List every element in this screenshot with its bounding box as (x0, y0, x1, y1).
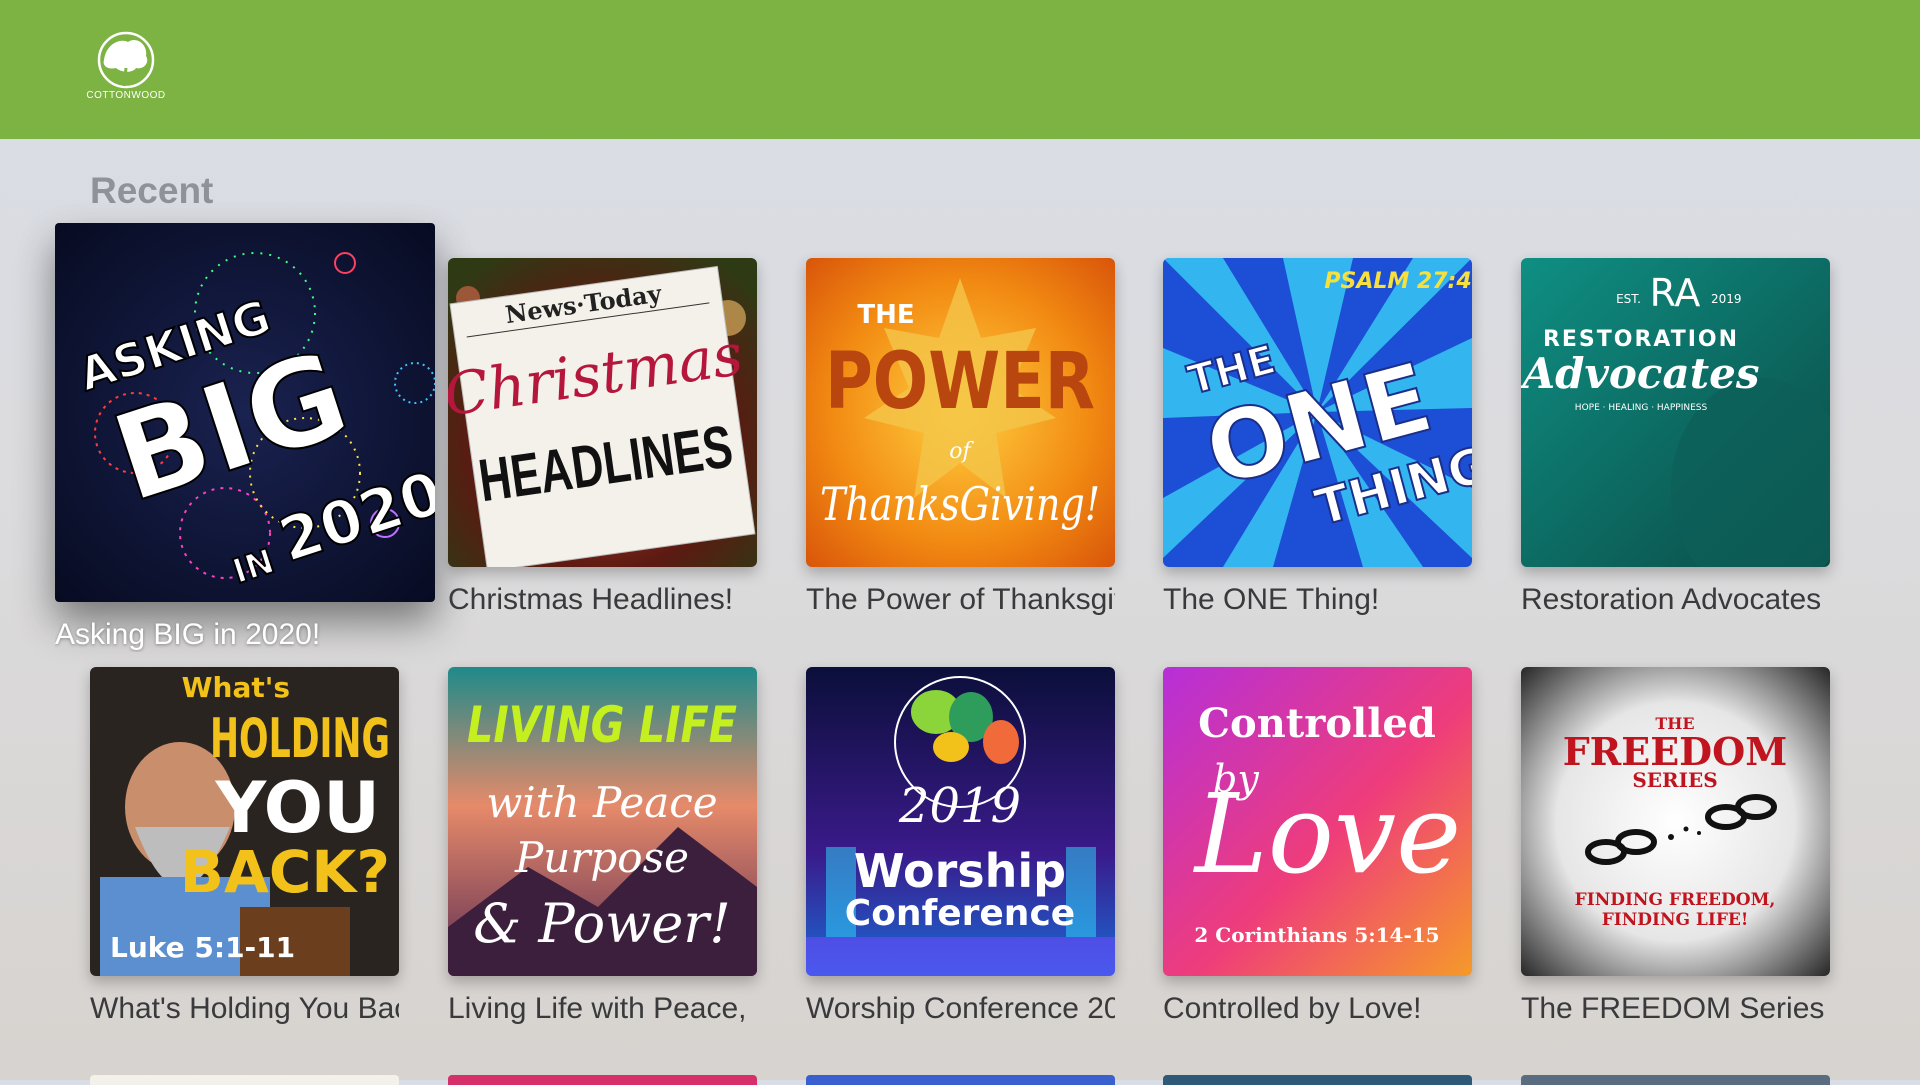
art-text: Conference (845, 893, 1075, 934)
art-text: with Peace (486, 778, 717, 827)
art-text: Controlled (1198, 700, 1436, 747)
artwork-controlled-by-love: Controlled by Love 2 Corinthians 5:14-15 (1163, 667, 1472, 976)
artwork-restoration-advocates: EST. RA 2019 RESTORATION Advocates HOPE … (1521, 258, 1830, 567)
art-text: PSALM 27:4 (1324, 269, 1471, 294)
art-text: What's (182, 671, 290, 704)
art-text: Worship (854, 844, 1066, 898)
art-text: LIVING LIFE (467, 696, 737, 754)
artwork-power-of-thanksgiving: THE POWER of ThanksGiving! (806, 258, 1115, 567)
top-bar: COTTONWOOD (0, 0, 1920, 139)
tile-row3-3[interactable] (806, 1075, 1115, 1085)
tile-caption: Controlled by Love! (1163, 992, 1422, 1025)
section-title-recent: Recent (90, 170, 214, 211)
art-text: Love (1193, 770, 1462, 898)
art-text: 2019 (1711, 292, 1742, 306)
art-text: FINDING FREEDOM, (1575, 890, 1776, 910)
cottonwood-tree-icon (97, 31, 155, 89)
art-text: 2019 (898, 778, 1021, 834)
art-text: Luke 5:1-11 (110, 931, 295, 964)
tile-row3-5[interactable] (1521, 1075, 1830, 1085)
art-text: 2 Corinthians 5:14-15 (1194, 923, 1439, 947)
art-text: ThanksGiving! (820, 477, 1100, 531)
tile-caption: Christmas Headlines! (448, 583, 734, 616)
art-text: EST. (1616, 292, 1641, 306)
art-text: YOU (214, 767, 380, 849)
tile-caption: The ONE Thing! (1163, 583, 1380, 616)
tile-row3-4[interactable] (1163, 1075, 1472, 1085)
tile-row3-1[interactable] (90, 1075, 399, 1085)
art-text: BACK? (180, 838, 390, 906)
artwork-asking-big: ASKING BIG IN 2020! (55, 223, 435, 602)
artwork-living-life: LIVING LIFE with Peace Purpose & Power! (448, 667, 757, 976)
art-text: SERIES (1632, 768, 1717, 792)
art-text: HOPE · HEALING · HAPPINESS (1575, 403, 1708, 413)
art-text: THE (857, 300, 914, 330)
tile-caption: Asking BIG in 2020! (55, 618, 321, 651)
art-text: HOLDING (210, 707, 390, 770)
artwork-whats-holding-you-back: What's HOLDING YOU BACK? Luke 5:1-11 (90, 667, 399, 976)
tile-caption: The FREEDOM Series (1521, 992, 1825, 1025)
art-text: FINDING LIFE! (1602, 910, 1749, 930)
tile-row3-2[interactable] (448, 1075, 757, 1085)
artwork-freedom-series: THE FREEDOM SERIES FINDING FREEDOM, FIND… (1521, 667, 1830, 976)
artwork-worship-conference: 2019 Worship Conference (806, 667, 1115, 976)
art-text: Purpose (514, 833, 689, 882)
cottonwood-logo[interactable]: COTTONWOOD (86, 30, 166, 110)
art-text: POWER (825, 337, 1095, 427)
art-text: & Power! (473, 892, 731, 955)
art-text: RA (1650, 271, 1701, 315)
tile-caption: Living Life with Peace, Purpose & Power! (448, 992, 757, 1025)
artwork-the-one-thing: PSALM 27:4 THE ONE THING! (1163, 258, 1472, 567)
artwork-christmas-headlines: News·Today Christmas HEADLINES (448, 258, 757, 567)
tile-caption: Restoration Advocates (1521, 583, 1822, 616)
tile-caption: Worship Conference 2019 (806, 992, 1115, 1025)
tile-caption: The Power of Thanksgiving! (806, 583, 1115, 616)
tile-caption: What's Holding You Back? (90, 992, 399, 1025)
art-text: Advocates (1521, 349, 1759, 398)
logo-label: COTTONWOOD (86, 90, 166, 101)
